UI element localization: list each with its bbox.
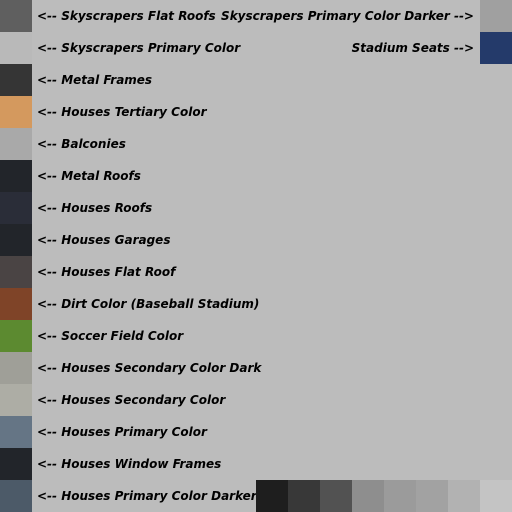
color-swatch (0, 160, 32, 192)
swatch-row: <-- Soccer Field Color (0, 320, 260, 352)
swatch-row: Stadium Seats --> (252, 32, 512, 64)
color-swatch (0, 352, 32, 384)
swatch-label: <-- Houses Window Frames (37, 457, 222, 471)
swatch-label: <-- Houses Flat Roof (37, 265, 176, 279)
swatch-row: <-- Houses Primary Color (0, 416, 260, 448)
color-swatch (0, 192, 32, 224)
color-swatch (384, 480, 416, 512)
color-swatch (0, 64, 32, 96)
swatch-label: <-- Metal Frames (37, 73, 153, 87)
color-swatch (0, 256, 32, 288)
color-swatch (480, 0, 512, 32)
swatch-row: <-- Houses Secondary Color (0, 384, 260, 416)
swatch-row: <-- Dirt Color (Baseball Stadium) (0, 288, 260, 320)
color-swatch (0, 224, 32, 256)
swatch-label: <-- Metal Roofs (37, 169, 141, 183)
color-swatch (0, 288, 32, 320)
swatch-row: <-- Balconies (0, 128, 260, 160)
swatch-row: <-- Houses Window Frames (0, 448, 260, 480)
color-swatch (0, 320, 32, 352)
color-swatch (288, 480, 320, 512)
swatch-label: <-- Balconies (37, 137, 126, 151)
swatch-label: <-- Houses Roofs (37, 201, 153, 215)
color-swatch (352, 480, 384, 512)
color-swatch (480, 32, 512, 64)
color-swatch (0, 32, 32, 64)
swatch-row: <-- Houses Roofs (0, 192, 260, 224)
color-swatch (0, 448, 32, 480)
swatch-label: <-- Dirt Color (Baseball Stadium) (37, 297, 260, 311)
swatch-row: <-- Houses Garages (0, 224, 260, 256)
swatch-row: <-- Metal Roofs (0, 160, 260, 192)
swatch-row: Skyscrapers Primary Color Darker --> (221, 0, 512, 32)
color-swatch (0, 0, 32, 32)
color-swatch (320, 480, 352, 512)
swatch-row: <-- Skyscrapers Primary Color (0, 32, 260, 64)
swatch-label: <-- Houses Secondary Color (37, 393, 226, 407)
color-swatch (448, 480, 480, 512)
swatch-label: <-- Houses Primary Color (37, 425, 207, 439)
color-swatch (0, 96, 32, 128)
swatch-label: Skyscrapers Primary Color Darker --> (221, 9, 474, 23)
swatch-label: <-- Skyscrapers Flat Roofs (37, 9, 216, 23)
color-swatch (0, 480, 32, 512)
color-swatch (0, 384, 32, 416)
swatch-label: Stadium Seats --> (351, 41, 474, 55)
swatch-label: <-- Houses Primary Color Darker (37, 489, 257, 503)
swatch-row: <-- Houses Tertiary Color (0, 96, 260, 128)
swatch-label: <-- Houses Tertiary Color (37, 105, 207, 119)
swatch-label: <-- Skyscrapers Primary Color (37, 41, 241, 55)
color-swatch (0, 128, 32, 160)
color-swatch (416, 480, 448, 512)
swatch-label: <-- Houses Garages (37, 233, 171, 247)
swatch-label: <-- Houses Secondary Color Dark (37, 361, 262, 375)
swatch-row: <-- Houses Primary Color Darker (0, 480, 260, 512)
swatch-row: <-- Houses Flat Roof (0, 256, 260, 288)
color-swatch (480, 480, 512, 512)
color-swatch (0, 416, 32, 448)
swatch-row: <-- Metal Frames (0, 64, 260, 96)
color-swatch (256, 480, 288, 512)
swatch-label: <-- Soccer Field Color (37, 329, 184, 343)
swatch-row: <-- Houses Secondary Color Dark (0, 352, 262, 384)
